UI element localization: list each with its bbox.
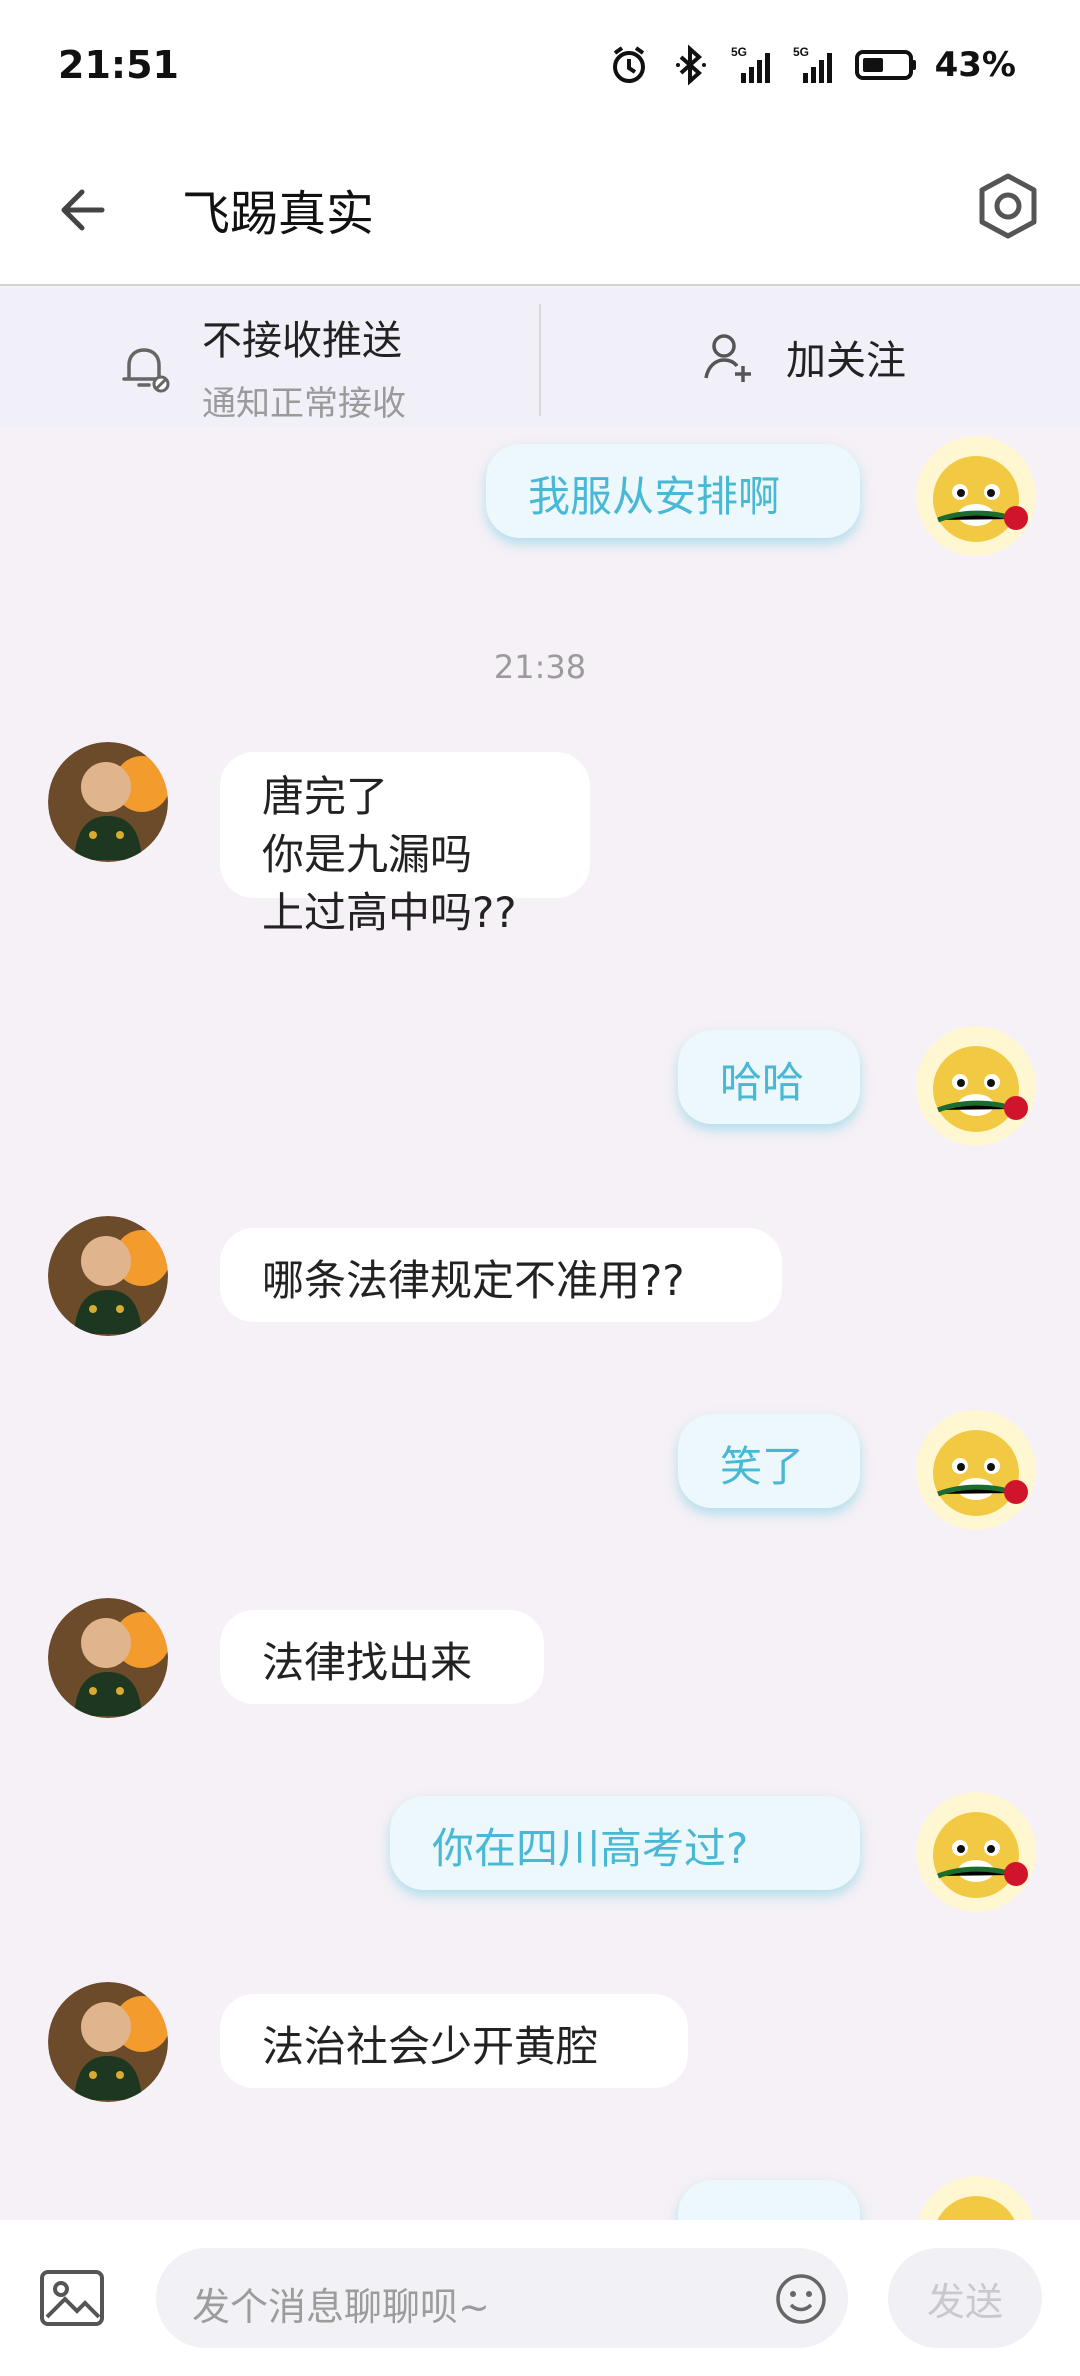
shiba-avatar-icon bbox=[916, 1792, 1036, 1912]
message-bubble-in[interactable]: 唐完了 你是九漏吗 上过高中吗?? bbox=[220, 752, 590, 937]
message-text: 你在四川高考过? bbox=[432, 1824, 749, 1873]
battery-icon bbox=[854, 50, 916, 80]
status-time: 21:51 bbox=[58, 43, 179, 87]
bell-muted-icon bbox=[122, 347, 170, 392]
arrow-left-icon[interactable] bbox=[52, 178, 116, 242]
message-bubble-out[interactable]: 我服从安排啊 bbox=[486, 444, 860, 538]
status-icons: 5G 5G 43% bbox=[607, 43, 1016, 87]
peer-avatar[interactable] bbox=[48, 742, 168, 862]
notification-bar: 不接收推送 通知正常接收 加关注 bbox=[0, 288, 1080, 426]
message-text: 哪条法律规定不准用?? bbox=[262, 1256, 685, 1305]
message-placeholder: 发个消息聊聊呗~ bbox=[192, 2285, 490, 2329]
self-avatar[interactable] bbox=[916, 1410, 1036, 1530]
person-avatar-icon bbox=[48, 1216, 168, 1336]
message-text: 法律找出来 bbox=[262, 1638, 473, 1687]
push-title: 不接收推送 bbox=[202, 318, 402, 364]
chat-area: 我服从安排啊 21:38 唐完了 你是九漏吗 上过高中吗?? 哈哈 哪条法律规定… bbox=[0, 426, 1080, 2220]
bluetooth-icon bbox=[675, 44, 706, 86]
add-user-icon bbox=[704, 334, 751, 382]
follow-button[interactable]: 加关注 bbox=[700, 328, 906, 386]
5g-signal-icon: 5G bbox=[731, 45, 770, 83]
self-avatar[interactable] bbox=[916, 436, 1036, 556]
self-avatar[interactable] bbox=[916, 2176, 1036, 2220]
chat-header: 飞踢真实 bbox=[0, 130, 1080, 286]
svg-text:5G: 5G bbox=[731, 45, 747, 59]
message-bubble-in[interactable]: 法律找出来 bbox=[220, 1610, 544, 1704]
message-bubble-out[interactable]: 哈哈 bbox=[678, 1030, 860, 1124]
status-bar: 21:51 5G 5G 43% bbox=[0, 0, 1080, 130]
chat-title: 飞踢真实 bbox=[182, 186, 375, 242]
message-text: 我服从安排啊 bbox=[528, 472, 781, 521]
message-bubble-in[interactable]: 哪条法律规定不准用?? bbox=[220, 1228, 782, 1322]
message-composer: 发个消息聊聊呗~ 发送 bbox=[0, 2220, 1080, 2376]
notice-divider bbox=[539, 304, 541, 416]
message-bubble-in[interactable]: 法治社会少开黄腔 bbox=[220, 1994, 688, 2088]
message-input[interactable]: 发个消息聊聊呗~ bbox=[156, 2248, 848, 2348]
shiba-avatar-icon bbox=[916, 1026, 1036, 1146]
hex-settings-icon[interactable] bbox=[972, 170, 1044, 242]
peer-avatar[interactable] bbox=[48, 1982, 168, 2102]
self-avatar[interactable] bbox=[916, 1026, 1036, 1146]
push-subtitle: 通知正常接收 bbox=[202, 384, 406, 424]
person-avatar-icon bbox=[48, 742, 168, 862]
message-text: 唐完了 你是九漏吗 上过高中吗?? bbox=[262, 772, 517, 937]
message-bubble-out[interactable]: 你在四川高考过? bbox=[390, 1796, 860, 1890]
peer-avatar[interactable] bbox=[48, 1598, 168, 1718]
message-bubble-out[interactable] bbox=[678, 2180, 860, 2220]
battery-percent: 43% bbox=[934, 45, 1016, 85]
svg-text:5G: 5G bbox=[793, 45, 809, 59]
send-label: 发送 bbox=[926, 2279, 1003, 2324]
message-timestamp: 21:38 bbox=[493, 648, 587, 686]
5g-signal-icon-2: 5G bbox=[793, 45, 832, 83]
follow-label: 加关注 bbox=[786, 338, 906, 384]
peer-avatar[interactable] bbox=[48, 1216, 168, 1336]
emoji-icon[interactable] bbox=[774, 2272, 828, 2326]
person-avatar-icon bbox=[48, 1598, 168, 1718]
shiba-avatar-icon bbox=[916, 1410, 1036, 1530]
shiba-avatar-icon bbox=[916, 436, 1036, 556]
send-button[interactable]: 发送 bbox=[888, 2248, 1042, 2348]
person-avatar-icon bbox=[48, 1982, 168, 2102]
push-setting[interactable]: 不接收推送 通知正常接收 bbox=[114, 308, 406, 425]
message-text: 法治社会少开黄腔 bbox=[262, 2022, 599, 2071]
image-icon[interactable] bbox=[36, 2262, 108, 2334]
alarm-icon bbox=[612, 46, 645, 83]
message-bubble-out[interactable]: 笑了 bbox=[678, 1414, 860, 1508]
message-text: 哈哈 bbox=[720, 1058, 805, 1107]
shiba-avatar-icon bbox=[918, 2176, 1034, 2220]
message-text: 笑了 bbox=[720, 1442, 805, 1491]
self-avatar[interactable] bbox=[916, 1792, 1036, 1912]
